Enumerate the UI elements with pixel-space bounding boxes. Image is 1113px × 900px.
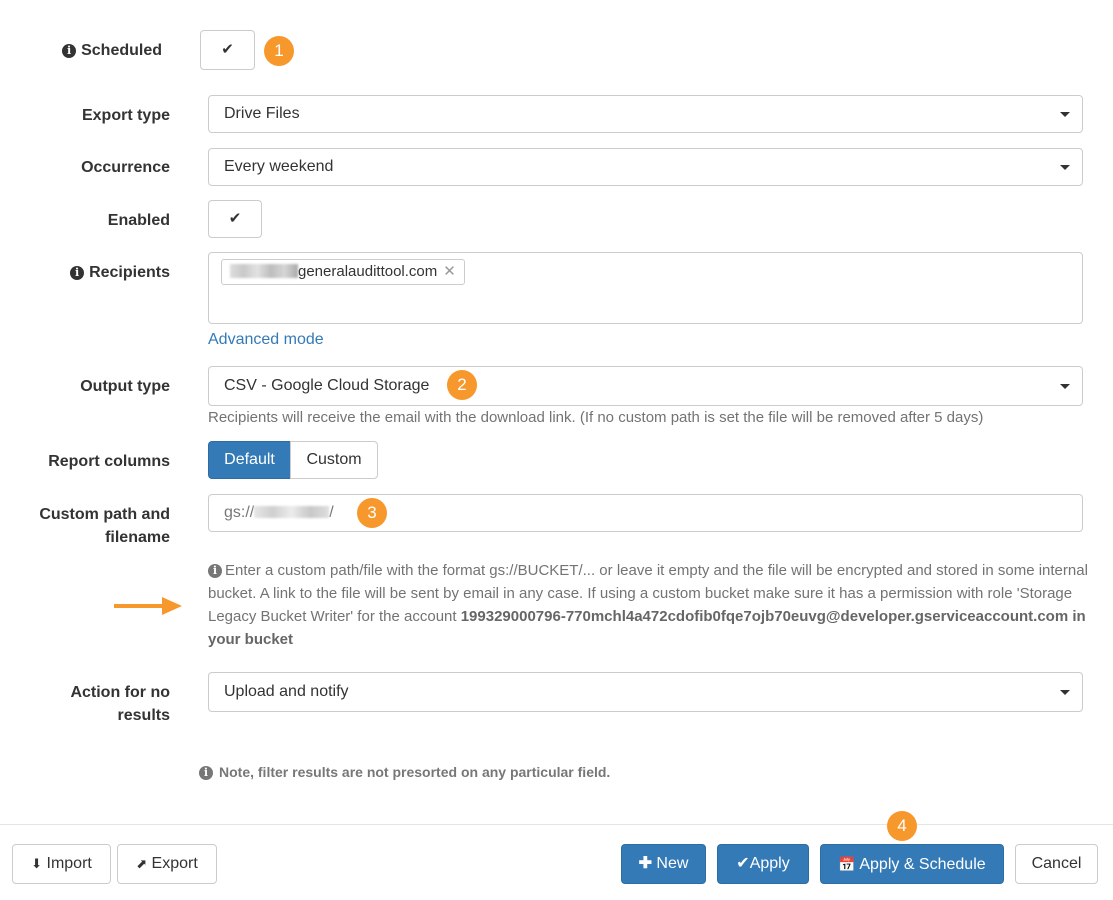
custom-path-label-line2: filename: [105, 529, 170, 546]
new-button[interactable]: ✚ New: [621, 844, 706, 884]
export-label: Export: [151, 855, 198, 872]
apply-label: Apply: [749, 855, 790, 872]
custom-path-label-line1: Custom path and: [39, 506, 170, 523]
output-type-value: CSV - Google Cloud Storage: [224, 377, 430, 394]
footer-divider: [0, 824, 1113, 825]
output-type-select[interactable]: CSV - Google Cloud Storage: [208, 366, 1083, 406]
note: i Note, filter results are not presorted …: [199, 764, 610, 780]
plus-icon: ✚: [638, 855, 652, 872]
step-badge-1: 1: [264, 36, 294, 66]
caret-down-icon: [1060, 384, 1070, 389]
cancel-button[interactable]: Cancel: [1015, 844, 1098, 884]
occurrence-value: Every weekend: [224, 158, 334, 175]
occurrence-select[interactable]: Every weekend: [208, 148, 1083, 186]
custom-path-prefix: gs://: [224, 504, 255, 521]
action-no-results-label-line2: results: [117, 707, 170, 724]
new-label: New: [656, 855, 689, 872]
action-no-results-label: Action for no results: [70, 681, 170, 727]
advanced-mode-link[interactable]: Advanced mode: [208, 331, 324, 349]
action-no-results-select[interactable]: Upload and notify: [208, 672, 1083, 712]
note-text: Note, filter results are not presorted o…: [219, 764, 611, 780]
action-no-results-value: Upload and notify: [224, 683, 349, 700]
apply-schedule-button[interactable]: 📅 Apply & Schedule: [820, 844, 1004, 884]
occurrence-label: Occurrence: [81, 159, 170, 176]
custom-path-suffix: /: [329, 504, 334, 521]
export-button[interactable]: ⬈ Export: [117, 844, 217, 884]
export-type-value: Drive Files: [224, 105, 300, 122]
action-no-results-label-line1: Action for no: [70, 684, 170, 701]
step-badge-4: 4: [887, 811, 917, 841]
recipients-label-text: Recipients: [89, 264, 170, 281]
custom-path-help: i Enter a custom path/file with the forma…: [208, 559, 1088, 651]
custom-path-label: Custom path and filename: [39, 503, 170, 549]
import-label: Import: [46, 855, 92, 872]
redacted-bucket: [254, 506, 330, 518]
info-icon: i: [70, 266, 85, 280]
step-badge-3: 3: [357, 498, 387, 528]
calendar-check-icon: 📅: [838, 856, 856, 872]
info-icon: i: [208, 564, 222, 578]
apply-schedule-label: Apply & Schedule: [859, 856, 986, 873]
check-icon: ✔: [736, 855, 750, 872]
info-icon: i: [62, 44, 77, 58]
apply-button[interactable]: ✔Apply: [717, 844, 809, 884]
recipient-tag-domain: generalaudittool.com: [298, 263, 438, 280]
scheduled-checkbox[interactable]: ✔: [200, 30, 255, 70]
arrow-right-icon: [114, 597, 182, 615]
scheduled-label: i Scheduled: [62, 39, 162, 62]
recipients-label: i Recipients: [70, 261, 170, 284]
caret-down-icon: [1060, 165, 1070, 170]
report-columns-custom-button[interactable]: Custom: [290, 441, 378, 479]
redacted-email-user: [230, 264, 298, 278]
report-columns-default-button[interactable]: Default: [208, 441, 291, 479]
report-columns-label: Report columns: [48, 453, 170, 470]
info-icon: i: [199, 766, 213, 780]
recipient-tag: generalaudittool.com ✕: [221, 259, 465, 285]
import-button[interactable]: ⬇ Import: [12, 844, 111, 884]
export-type-select[interactable]: Drive Files: [208, 95, 1083, 133]
custom-path-input[interactable]: gs:// /: [208, 494, 1083, 532]
remove-tag-icon[interactable]: ✕: [443, 263, 456, 280]
output-type-help: Recipients will receive the email with t…: [208, 409, 984, 426]
scheduled-label-text: Scheduled: [81, 42, 162, 59]
output-type-label: Output type: [80, 378, 170, 395]
export-type-label: Export type: [81, 107, 170, 124]
step-badge-2: 2: [447, 370, 477, 400]
caret-down-icon: [1060, 690, 1070, 695]
enabled-checkbox[interactable]: ✔: [208, 200, 262, 238]
caret-down-icon: [1060, 112, 1070, 117]
enabled-label: Enabled: [107, 212, 170, 229]
import-icon: ⬇: [31, 856, 43, 871]
export-icon: ⬈: [136, 856, 148, 871]
